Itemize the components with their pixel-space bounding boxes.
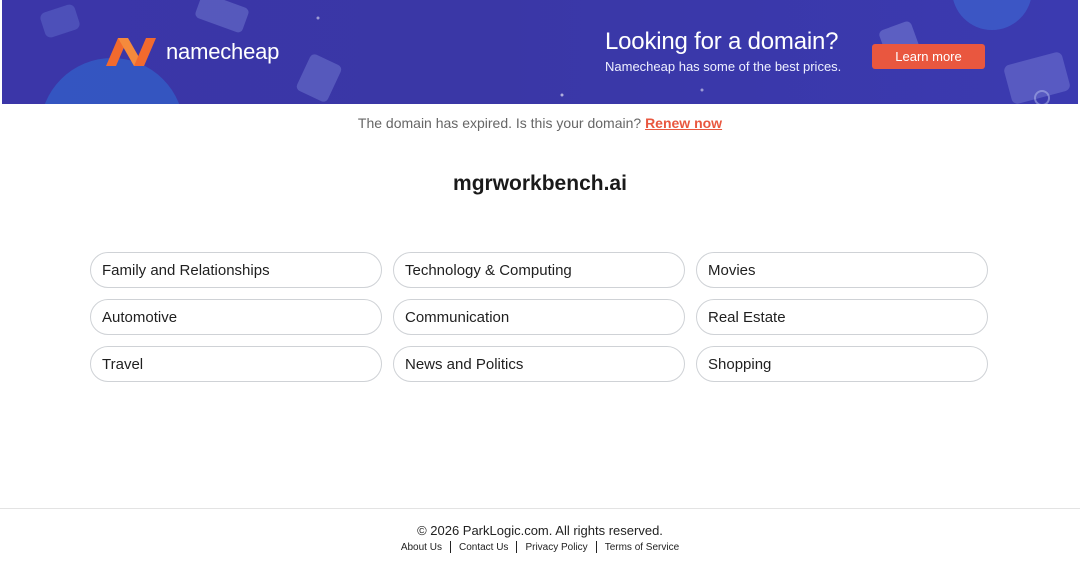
- category-link[interactable]: Family and Relationships: [90, 252, 382, 288]
- category-link[interactable]: Communication: [393, 299, 685, 335]
- footer-link-contact[interactable]: Contact Us: [459, 542, 508, 553]
- footer-divider: [0, 508, 1080, 509]
- category-link[interactable]: Real Estate: [696, 299, 988, 335]
- category-link[interactable]: News and Politics: [393, 346, 685, 382]
- promo-text: Looking for a domain? Namecheap has some…: [605, 28, 865, 74]
- category-link[interactable]: Shopping: [696, 346, 988, 382]
- footer-separator: [516, 541, 518, 553]
- promo-title: Looking for a domain?: [605, 28, 839, 55]
- category-link[interactable]: Automotive: [90, 299, 382, 335]
- category-link[interactable]: Movies: [696, 252, 988, 288]
- footer-separator: [595, 541, 597, 553]
- category-grid: Family and Relationships Technology & Co…: [90, 252, 990, 382]
- footer-link-about[interactable]: About Us: [401, 542, 442, 553]
- footer-copyright: © 2026 ParkLogic.com. All rights reserve…: [417, 523, 663, 538]
- expired-notice-text: The domain has expired. Is this your dom…: [357, 115, 642, 131]
- logo-wordmark: namecheap: [166, 39, 280, 64]
- parked-domain-page: namecheap Looking for a domain? Namechea…: [0, 0, 1080, 567]
- footer-separator: [449, 541, 451, 553]
- domain-name-heading: mgrworkbench.ai: [453, 172, 627, 195]
- namecheap-logo-icon: [106, 38, 156, 66]
- promo-subtitle: Namecheap has some of the best prices.: [605, 59, 842, 74]
- category-link[interactable]: Travel: [90, 346, 382, 382]
- footer-links: About Us Contact Us Privacy Policy Terms…: [0, 541, 1080, 553]
- footer-link-privacy[interactable]: Privacy Policy: [525, 542, 587, 553]
- namecheap-logo-link[interactable]: namecheap: [104, 36, 279, 68]
- category-link[interactable]: Technology & Computing: [393, 252, 685, 288]
- expired-notice: The domain has expired. Is this your dom…: [0, 115, 1080, 131]
- learn-more-button[interactable]: Learn more: [872, 44, 985, 69]
- promo-banner: namecheap Looking for a domain? Namechea…: [2, 0, 1078, 104]
- renew-now-link[interactable]: Renew now: [645, 115, 722, 131]
- footer-link-terms[interactable]: Terms of Service: [605, 542, 679, 553]
